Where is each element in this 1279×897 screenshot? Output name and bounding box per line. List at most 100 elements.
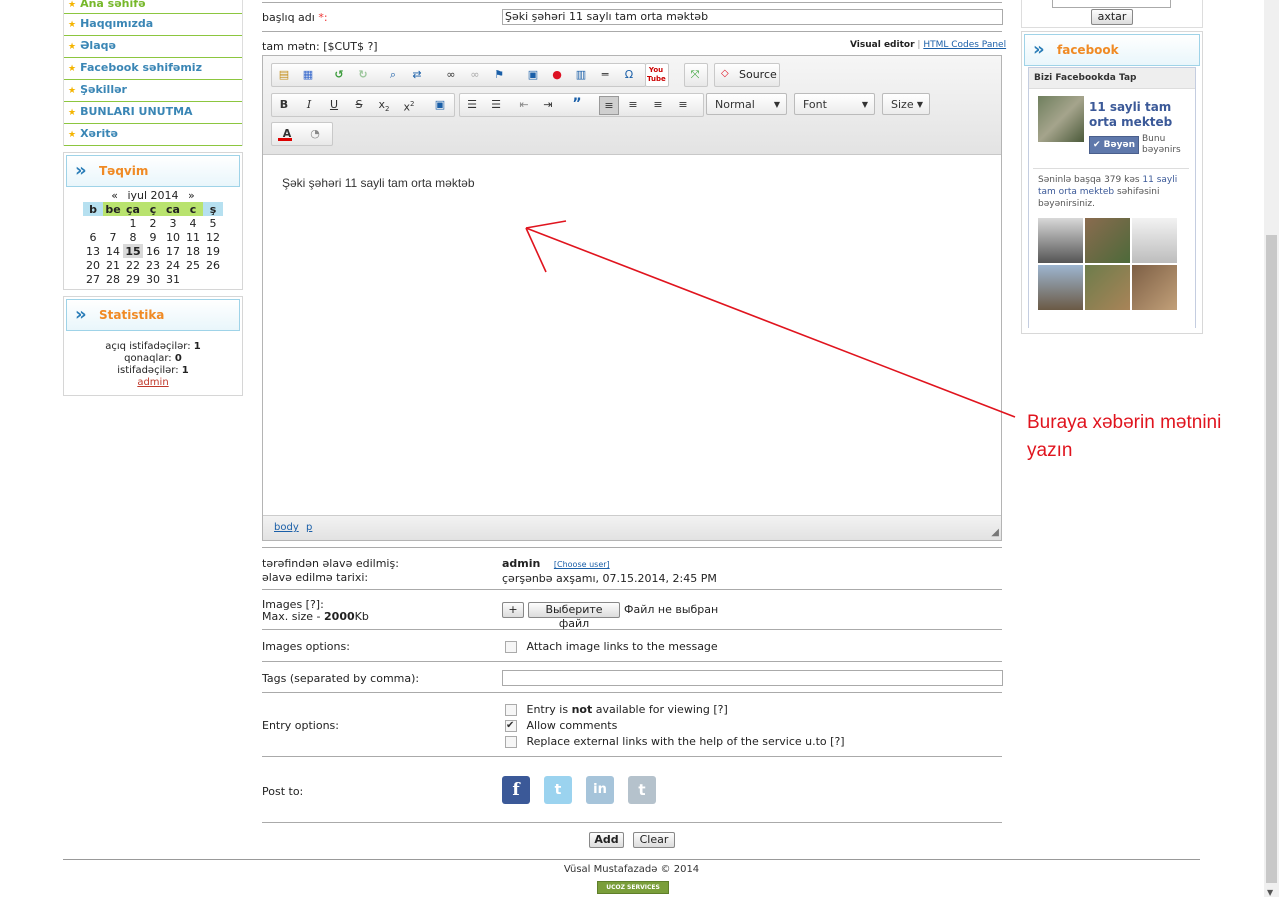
calendar-day[interactable]: 19 [203, 244, 223, 258]
maximize-icon[interactable]: ⤧ [686, 66, 704, 83]
font-select[interactable]: Font ▼ [794, 93, 875, 115]
calendar-day[interactable]: 18 [183, 244, 203, 258]
underline-icon[interactable]: U [325, 96, 343, 113]
fan-avatar[interactable] [1085, 218, 1130, 263]
fan-avatar[interactable] [1132, 218, 1177, 263]
calendar-day[interactable]: 22 [123, 258, 143, 272]
source-button[interactable]: ◇ Source [714, 63, 780, 87]
calendar-day[interactable]: 5 [203, 216, 223, 230]
page-name-link[interactable]: 11 sayli tam orta mekteb [1089, 100, 1189, 130]
calendar-day[interactable]: 14 [103, 244, 123, 258]
fan-avatar[interactable] [1132, 265, 1177, 310]
undo-icon[interactable]: ↺ [330, 66, 348, 83]
add-button[interactable]: Add [589, 832, 624, 848]
calendar-day[interactable]: 27 [83, 272, 103, 286]
calendar-day[interactable]: 29 [123, 272, 143, 286]
menu-item-contact[interactable]: ★ Əlaqə [64, 36, 242, 58]
tags-input[interactable] [502, 670, 1003, 686]
twitter-share-icon[interactable]: t [544, 776, 572, 804]
calendar-day[interactable]: 20 [83, 258, 103, 272]
indent-icon[interactable]: ⇥ [539, 96, 557, 113]
calendar-day[interactable]: 1 [123, 216, 143, 230]
scroll-down-arrow-icon[interactable]: ▼ [1267, 888, 1273, 897]
like-button[interactable]: ✔ Bəyən [1089, 136, 1139, 154]
html-codes-link[interactable]: HTML Codes Panel [923, 40, 1006, 50]
align-left-icon[interactable]: ≡ [599, 96, 619, 115]
menu-item-dont-forget[interactable]: ★ BUNLARI UNUTMA [64, 102, 242, 124]
calendar-day[interactable]: 13 [83, 244, 103, 258]
horizontal-rule-icon[interactable]: ═ [596, 66, 614, 83]
remove-format-icon[interactable]: ▣ [431, 96, 449, 113]
blockquote-icon[interactable]: ” [568, 96, 586, 113]
subscript-icon[interactable]: x2 [375, 96, 393, 113]
link-icon[interactable]: ∞ [442, 66, 460, 83]
allow-comments-checkbox[interactable] [505, 718, 517, 734]
unlink-icon[interactable]: ∞ [466, 66, 484, 83]
calendar-day[interactable]: 17 [163, 244, 183, 258]
calendar-day[interactable]: 6 [83, 230, 103, 244]
calendar-day[interactable]: 7 [103, 230, 123, 244]
resize-handle-icon[interactable]: ◢ [991, 527, 999, 538]
menu-item-about[interactable]: ★ Haqqımızda [64, 14, 242, 36]
attach-links-checkbox[interactable] [505, 641, 517, 653]
background-color-icon[interactable]: ◔ [304, 125, 326, 142]
image-icon[interactable]: ▣ [524, 66, 542, 83]
text-color-icon[interactable]: A [276, 125, 298, 142]
calendar-day[interactable]: 25 [183, 258, 203, 272]
replace-links-checkbox[interactable] [505, 736, 517, 748]
calendar-day[interactable]: 21 [103, 258, 123, 272]
align-justify-icon[interactable]: ≡ [674, 96, 692, 113]
facebook-share-icon[interactable]: f [502, 776, 530, 804]
calendar-day[interactable]: 24 [163, 258, 183, 272]
menu-item-facebook[interactable]: ★ Facebook səhifəmiz [64, 58, 242, 80]
ucoz-badge[interactable]: UCOZ SERVICES [597, 881, 669, 894]
calendar-prev-link[interactable]: « [111, 189, 118, 202]
calendar-day[interactable]: 31 [163, 272, 183, 286]
scrollbar-thumb[interactable] [1266, 235, 1277, 883]
visual-editor-link[interactable]: Visual editor [850, 40, 915, 50]
superscript-icon[interactable]: x2 [400, 96, 418, 114]
not-available-checkbox[interactable] [505, 704, 517, 716]
find-icon[interactable]: ⌕ [384, 66, 402, 83]
clear-button[interactable]: Clear [633, 832, 675, 848]
calendar-day[interactable]: 23 [143, 258, 163, 272]
calendar-day[interactable]: 28 [103, 272, 123, 286]
table-icon[interactable]: ▥ [572, 66, 590, 83]
align-right-icon[interactable]: ≡ [649, 96, 667, 113]
title-input[interactable]: Şəki şəhəri 11 saylı tam orta məktəb [502, 9, 1003, 25]
calendar-day[interactable]: 9 [143, 230, 163, 244]
calendar-next-link[interactable]: » [188, 189, 195, 202]
numbered-list-icon[interactable]: ☰ [463, 96, 481, 113]
tumblr-share-icon[interactable]: t [628, 776, 656, 804]
format-select[interactable]: Normal ▼ [706, 93, 787, 115]
replace-icon[interactable]: ⇄ [408, 66, 426, 83]
calendar-day[interactable]: 16 [143, 244, 163, 258]
flash-icon[interactable]: ● [548, 66, 566, 83]
linkedin-share-icon[interactable]: in [586, 776, 614, 804]
calendar-day[interactable]: 11 [183, 230, 203, 244]
youtube-icon[interactable]: You Tube [647, 66, 666, 83]
add-image-field-button[interactable]: + [502, 602, 524, 618]
search-button[interactable]: axtar [1091, 9, 1133, 25]
calendar-day[interactable]: 15 [123, 244, 143, 258]
menu-item-map[interactable]: ★ Xəritə [64, 124, 242, 146]
path-p-link[interactable]: p [306, 522, 312, 533]
bold-icon[interactable]: B [275, 96, 293, 113]
stats-user-link[interactable]: admin [137, 377, 168, 388]
path-body-link[interactable]: body [274, 522, 299, 533]
choose-user-link[interactable]: [Choose user] [554, 560, 610, 569]
menu-item-photos[interactable]: ★ Şəkillər [64, 80, 242, 102]
fan-avatar[interactable] [1038, 265, 1083, 310]
calendar-day[interactable]: 12 [203, 230, 223, 244]
calendar-day[interactable]: 3 [163, 216, 183, 230]
calendar-day[interactable]: 10 [163, 230, 183, 244]
align-center-icon[interactable]: ≡ [624, 96, 642, 113]
outdent-icon[interactable]: ⇤ [515, 96, 533, 113]
copy-icon[interactable]: ▦ [299, 66, 317, 83]
anchor-icon[interactable]: ⚑ [490, 66, 508, 83]
search-input[interactable] [1052, 0, 1171, 8]
redo-icon[interactable]: ↻ [354, 66, 372, 83]
fan-avatar[interactable] [1038, 218, 1083, 263]
fan-avatar[interactable] [1085, 265, 1130, 310]
size-select[interactable]: Size ▼ [882, 93, 930, 115]
